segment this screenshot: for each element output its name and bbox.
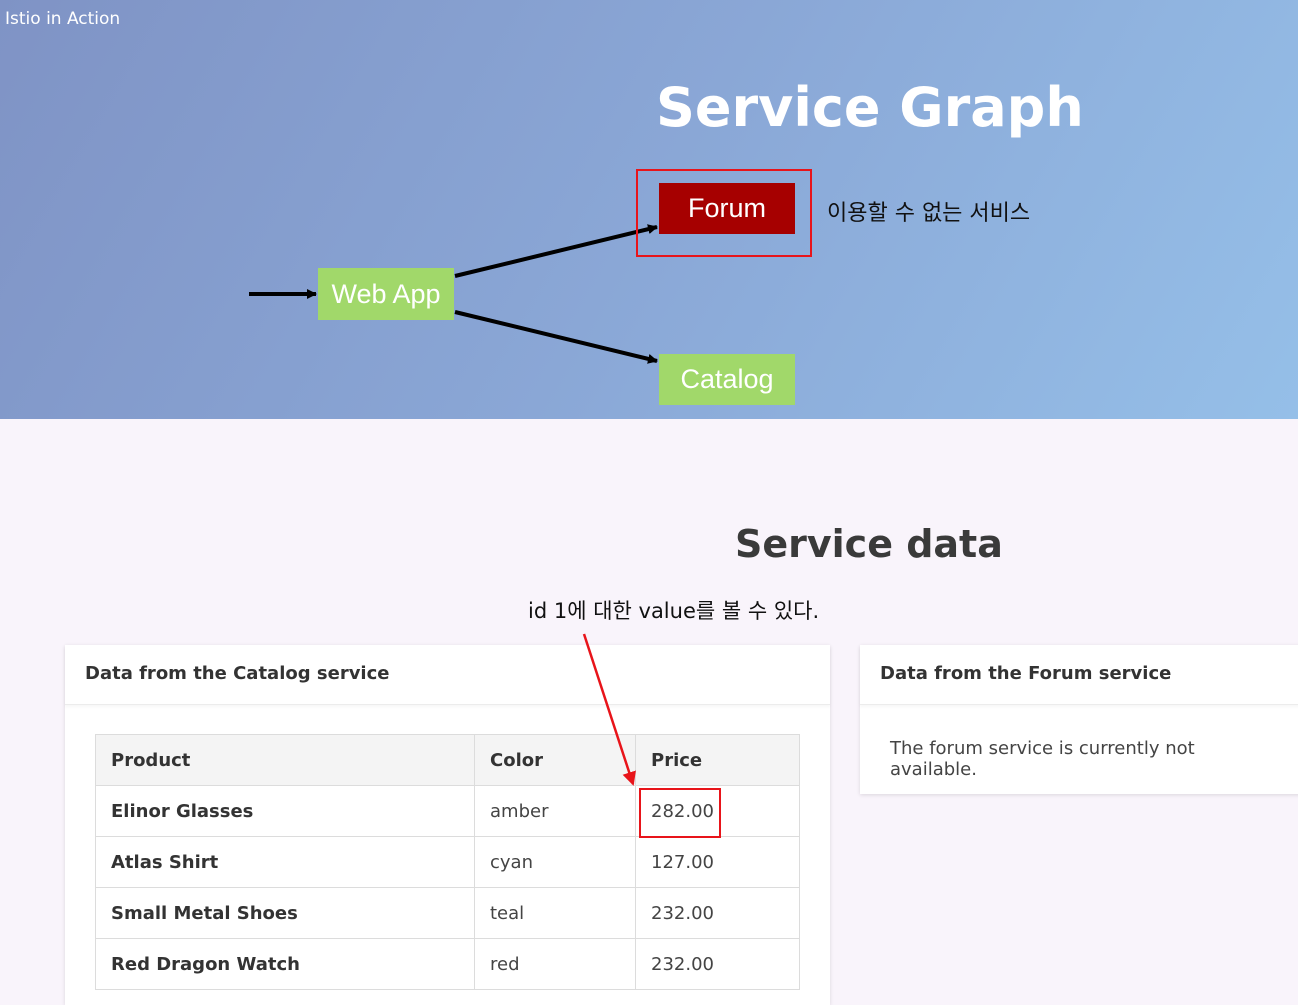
catalog-table: Product Color Price Elinor Glasses amber… [95, 734, 800, 990]
cell-color: red [474, 938, 636, 990]
node-web-app[interactable]: Web App [318, 268, 454, 320]
price-highlight-box [639, 788, 721, 838]
service-graph-hero: Istio in Action Service Graph Web App Fo… [0, 0, 1298, 419]
column-header-color: Color [474, 734, 636, 786]
node-forum[interactable]: Forum [659, 183, 795, 234]
cell-product: Atlas Shirt [95, 836, 475, 888]
table-row: Red Dragon Watch red 232.00 [95, 938, 800, 990]
forum-card: Data from the Forum service The forum se… [860, 645, 1298, 794]
table-row: Atlas Shirt cyan 127.00 [95, 836, 800, 888]
annotation-id1-value: id 1에 대한 value를 볼 수 있다. [528, 599, 820, 623]
forum-unavailable-note: 이용할 수 없는 서비스 [827, 201, 1031, 226]
column-header-price: Price [635, 734, 800, 786]
cell-color: cyan [474, 836, 636, 888]
cell-color: teal [474, 887, 636, 939]
cell-price: 232.00 [635, 938, 800, 990]
column-header-product: Product [95, 734, 475, 786]
catalog-card-header: Data from the Catalog service [65, 645, 830, 705]
cell-price: 127.00 [635, 836, 800, 888]
edge-webapp-forum [454, 224, 658, 278]
cell-product: Red Dragon Watch [95, 938, 475, 990]
cell-color: amber [474, 785, 636, 837]
forum-card-header: Data from the Forum service [860, 645, 1298, 705]
cell-price: 232.00 [635, 887, 800, 939]
service-data-title: Service data [735, 522, 1003, 566]
cell-product: Small Metal Shoes [95, 887, 475, 939]
edge-webapp-catalog [454, 310, 658, 364]
table-header-row: Product Color Price [95, 734, 800, 786]
table-row: Small Metal Shoes teal 232.00 [95, 887, 800, 939]
forum-unavailable-message: The forum service is currently not avail… [890, 738, 1195, 780]
cell-product: Elinor Glasses [95, 785, 475, 837]
node-catalog[interactable]: Catalog [659, 354, 795, 405]
